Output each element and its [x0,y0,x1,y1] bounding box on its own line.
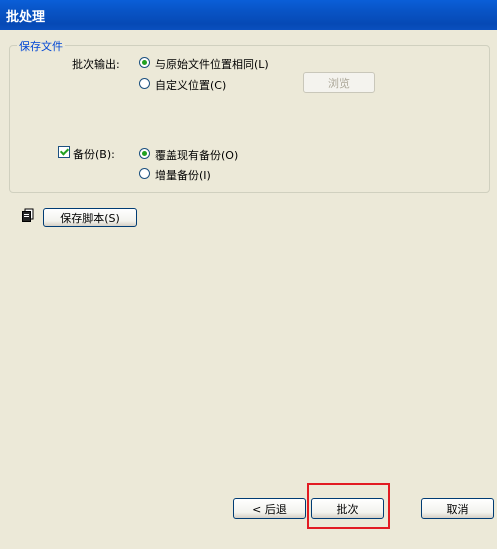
window-title: 批处理 [6,9,46,25]
document-copy-icon [22,208,34,222]
cancel-button-label: 取消 [446,502,469,516]
overwrite-backup-label[interactable]: 覆盖现有备份(O) [155,147,238,163]
incremental-backup-radio[interactable] [139,168,150,179]
back-button[interactable]: < 后退 [233,498,306,519]
overwrite-backup-radio[interactable] [139,148,150,159]
custom-location-radio[interactable] [139,78,150,89]
save-file-group-legend: 保存文件 [17,38,65,54]
window-titlebar: 批处理 [0,0,497,30]
back-button-label: < 后退 [252,502,287,516]
custom-location-label[interactable]: 自定义位置(C) [155,77,226,93]
backup-label[interactable]: 备份(B): [73,146,115,162]
save-script-button[interactable]: 保存脚本(S) [43,208,137,227]
save-script-button-label: 保存脚本(S) [60,211,120,225]
browse-button-label: 浏览 [328,76,350,90]
batch-button-highlight [307,483,390,529]
batch-output-label: 批次输出: [72,58,120,71]
backup-checkbox[interactable] [58,146,70,158]
cancel-button[interactable]: 取消 [421,498,494,519]
same-location-label[interactable]: 与原始文件位置相同(L) [155,56,269,72]
same-location-radio[interactable] [139,57,150,68]
incremental-backup-label[interactable]: 增量备份(I) [155,167,211,183]
browse-button[interactable]: 浏览 [303,72,375,93]
